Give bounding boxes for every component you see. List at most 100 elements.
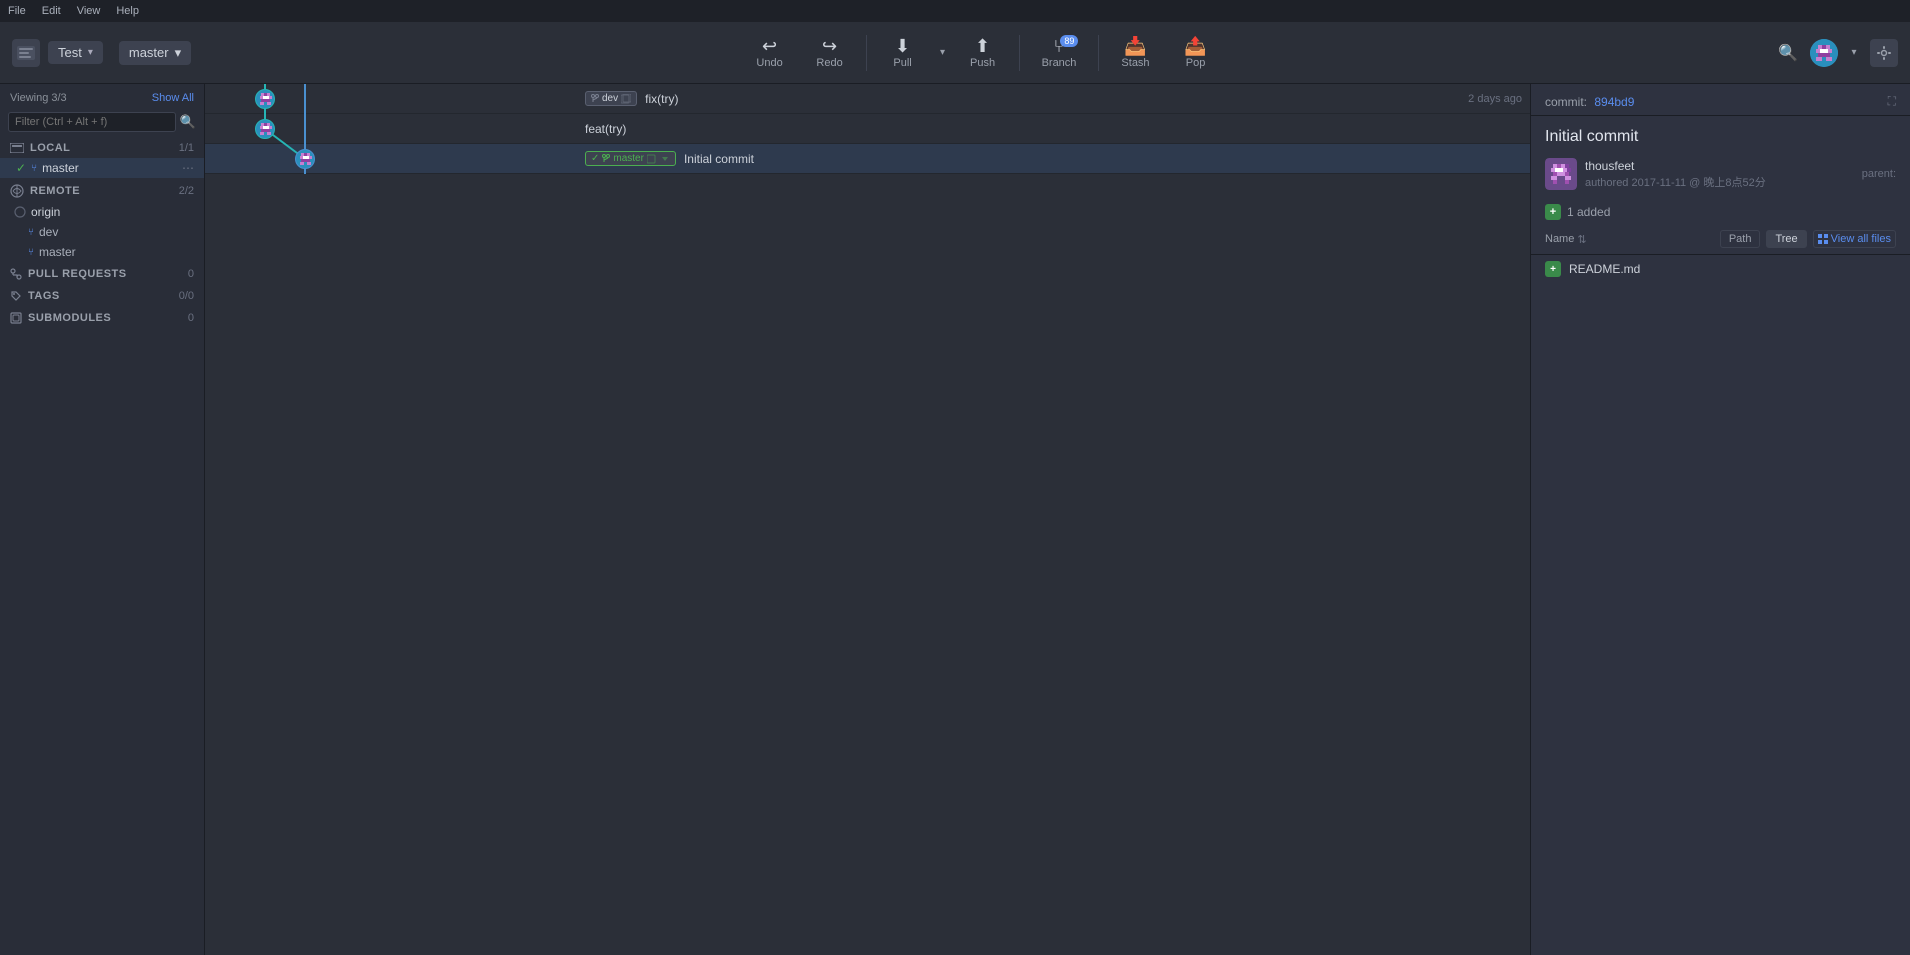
- settings-button[interactable]: [1870, 39, 1898, 67]
- rp-commit-hash: 894bd9: [1594, 95, 1634, 109]
- undo-icon: ↩: [762, 37, 777, 55]
- commit-msg-1: fix(try): [645, 92, 1460, 106]
- sort-icon[interactable]: ⇅: [1577, 233, 1586, 246]
- toolbar-divider-1: [866, 35, 867, 71]
- commit-graph-3: [205, 144, 415, 173]
- rp-parent-label: parent:: [1862, 168, 1896, 180]
- sub-branch-icon-master: ⑂: [28, 247, 34, 258]
- pop-icon: 📤: [1184, 37, 1206, 55]
- remote-section-header[interactable]: REMOTE 2/2: [0, 178, 204, 202]
- repo-icon: [12, 39, 40, 67]
- local-count: 1/1: [179, 142, 194, 154]
- repo-name-label: Test: [58, 45, 82, 60]
- redo-button[interactable]: ↪ Redo: [802, 33, 858, 73]
- stash-icon: 📥: [1124, 37, 1146, 55]
- search-button[interactable]: 🔍: [1774, 39, 1802, 67]
- path-view-button[interactable]: Path: [1720, 230, 1761, 248]
- push-button[interactable]: ⬆ Push: [955, 33, 1011, 73]
- origin-remote[interactable]: origin: [0, 202, 204, 222]
- more-options-icon[interactable]: ⋯: [182, 161, 194, 175]
- redo-icon: ↪: [822, 37, 837, 55]
- undo-button[interactable]: ↩ Undo: [742, 33, 798, 73]
- filter-row: 🔍: [0, 108, 204, 136]
- submodules-count: 0: [188, 312, 194, 324]
- branch-icon-master: ⑂: [31, 163, 37, 174]
- sidebar-header: Viewing 3/3 Show All: [0, 84, 204, 108]
- tree-view-button[interactable]: Tree: [1766, 230, 1806, 248]
- commit-row-1[interactable]: dev fix(try) 2 days ago: [205, 84, 1530, 114]
- branch-name-label: master: [129, 45, 169, 60]
- rp-added-icon: +: [1545, 204, 1561, 220]
- commit-time-1: 2 days ago: [1468, 93, 1530, 105]
- branch-button[interactable]: ⑂ Branch 89: [1028, 33, 1091, 73]
- stash-button[interactable]: 📥 Stash: [1107, 33, 1163, 73]
- pull-requests-count: 0: [188, 268, 194, 280]
- master-badge-text: master: [613, 153, 644, 164]
- avatar-dropdown-icon: ▾: [1851, 47, 1856, 58]
- rp-file-name: README.md: [1569, 262, 1640, 276]
- local-section-header[interactable]: LOCAL 1/1: [0, 136, 204, 158]
- tags-section[interactable]: TAGS 0/0: [0, 284, 204, 306]
- pull-arrow-button[interactable]: ▾: [935, 43, 951, 62]
- rp-file-added-icon: +: [1545, 261, 1561, 277]
- commit-msg-3: Initial commit: [684, 152, 1530, 166]
- rp-commit-title: Initial commit: [1531, 116, 1910, 152]
- filter-input[interactable]: [8, 112, 176, 132]
- toolbar-divider-2: [1019, 35, 1020, 71]
- filter-search-icon[interactable]: 🔍: [180, 114, 196, 130]
- graph-area: dev fix(try) 2 days ago feat(try) ✓ mast…: [205, 84, 1530, 955]
- rp-commit-label: commit: 894bd9: [1545, 95, 1634, 109]
- master-ref-badge: ✓ master: [585, 151, 676, 166]
- branch-count-badge: 89: [1060, 35, 1078, 47]
- dev-badge-text: dev: [602, 93, 618, 104]
- local-section-title: LOCAL: [10, 142, 70, 154]
- rp-author-date: authored 2017-11-11 @ 晚上8点52分: [1585, 174, 1766, 190]
- tags-count: 0/0: [179, 290, 194, 302]
- right-panel: commit: 894bd9 ⛶ Initial commit: [1530, 84, 1910, 955]
- rp-file-toolbar: Name ⇅ Path Tree View all files: [1531, 224, 1910, 255]
- submodules-section[interactable]: SUBMODULES 0: [0, 306, 204, 328]
- origin-master-branch[interactable]: ⑂ master: [0, 242, 204, 262]
- show-all-button[interactable]: Show All: [152, 92, 194, 104]
- branch-dropdown-icon: ▾: [175, 45, 182, 61]
- repo-selector[interactable]: Test ▾: [48, 41, 103, 64]
- pull-arrow-icon: ▾: [940, 47, 945, 58]
- pull-icon: ⬇: [895, 37, 910, 55]
- origin-dev-branch[interactable]: ⑂ dev: [0, 222, 204, 242]
- pull-button[interactable]: ⬇ Pull: [875, 33, 931, 73]
- menu-view[interactable]: View: [77, 5, 101, 17]
- commit-row-3[interactable]: ✓ master Initial commit: [205, 144, 1530, 174]
- viewing-label: Viewing 3/3: [10, 92, 67, 104]
- local-master-branch[interactable]: ✓ ⑂ master ⋯: [0, 158, 204, 178]
- master-branch-label: master: [42, 161, 177, 175]
- branch-selector[interactable]: master ▾: [119, 41, 191, 65]
- rp-file-row-readme[interactable]: + README.md: [1531, 255, 1910, 283]
- pull-requests-section[interactable]: PULL REQUESTS 0: [0, 262, 204, 284]
- remote-count: 2/2: [179, 185, 194, 197]
- master-sub-label: master: [39, 245, 76, 259]
- repo-dropdown-icon: ▾: [88, 47, 93, 58]
- rp-author-row: thousfeet authored 2017-11-11 @ 晚上8点52分 …: [1531, 152, 1910, 196]
- avatar-button[interactable]: [1810, 39, 1838, 67]
- master-badge-check: ✓: [591, 153, 599, 164]
- active-branch-check: ✓: [16, 161, 26, 175]
- sub-branch-icon-dev: ⑂: [28, 227, 34, 238]
- commit-graph-2: [205, 114, 415, 143]
- commit-graph-1: [205, 84, 415, 113]
- view-all-files-button[interactable]: View all files: [1813, 230, 1896, 248]
- menu-help[interactable]: Help: [116, 5, 139, 17]
- rp-commit-header: commit: 894bd9 ⛶: [1531, 84, 1910, 116]
- dev-ref-badge: dev: [585, 91, 637, 106]
- rp-author-info: thousfeet authored 2017-11-11 @ 晚上8点52分: [1585, 159, 1766, 190]
- rp-added-row: + 1 added: [1531, 196, 1910, 224]
- menu-edit[interactable]: Edit: [42, 5, 61, 17]
- main-content: Viewing 3/3 Show All 🔍 LOCAL 1/1 ✓ ⑂ mas…: [0, 84, 1910, 955]
- commit-row-2[interactable]: feat(try): [205, 114, 1530, 144]
- pop-button[interactable]: 📤 Pop: [1168, 33, 1224, 73]
- pull-requests-title: PULL REQUESTS: [10, 268, 127, 280]
- dev-sub-label: dev: [39, 225, 58, 239]
- rp-expand-icon[interactable]: ⛶: [1888, 94, 1896, 109]
- menu-file[interactable]: File: [8, 5, 26, 17]
- remote-section-title: REMOTE: [10, 184, 80, 198]
- avatar-dropdown[interactable]: ▾: [1846, 43, 1862, 62]
